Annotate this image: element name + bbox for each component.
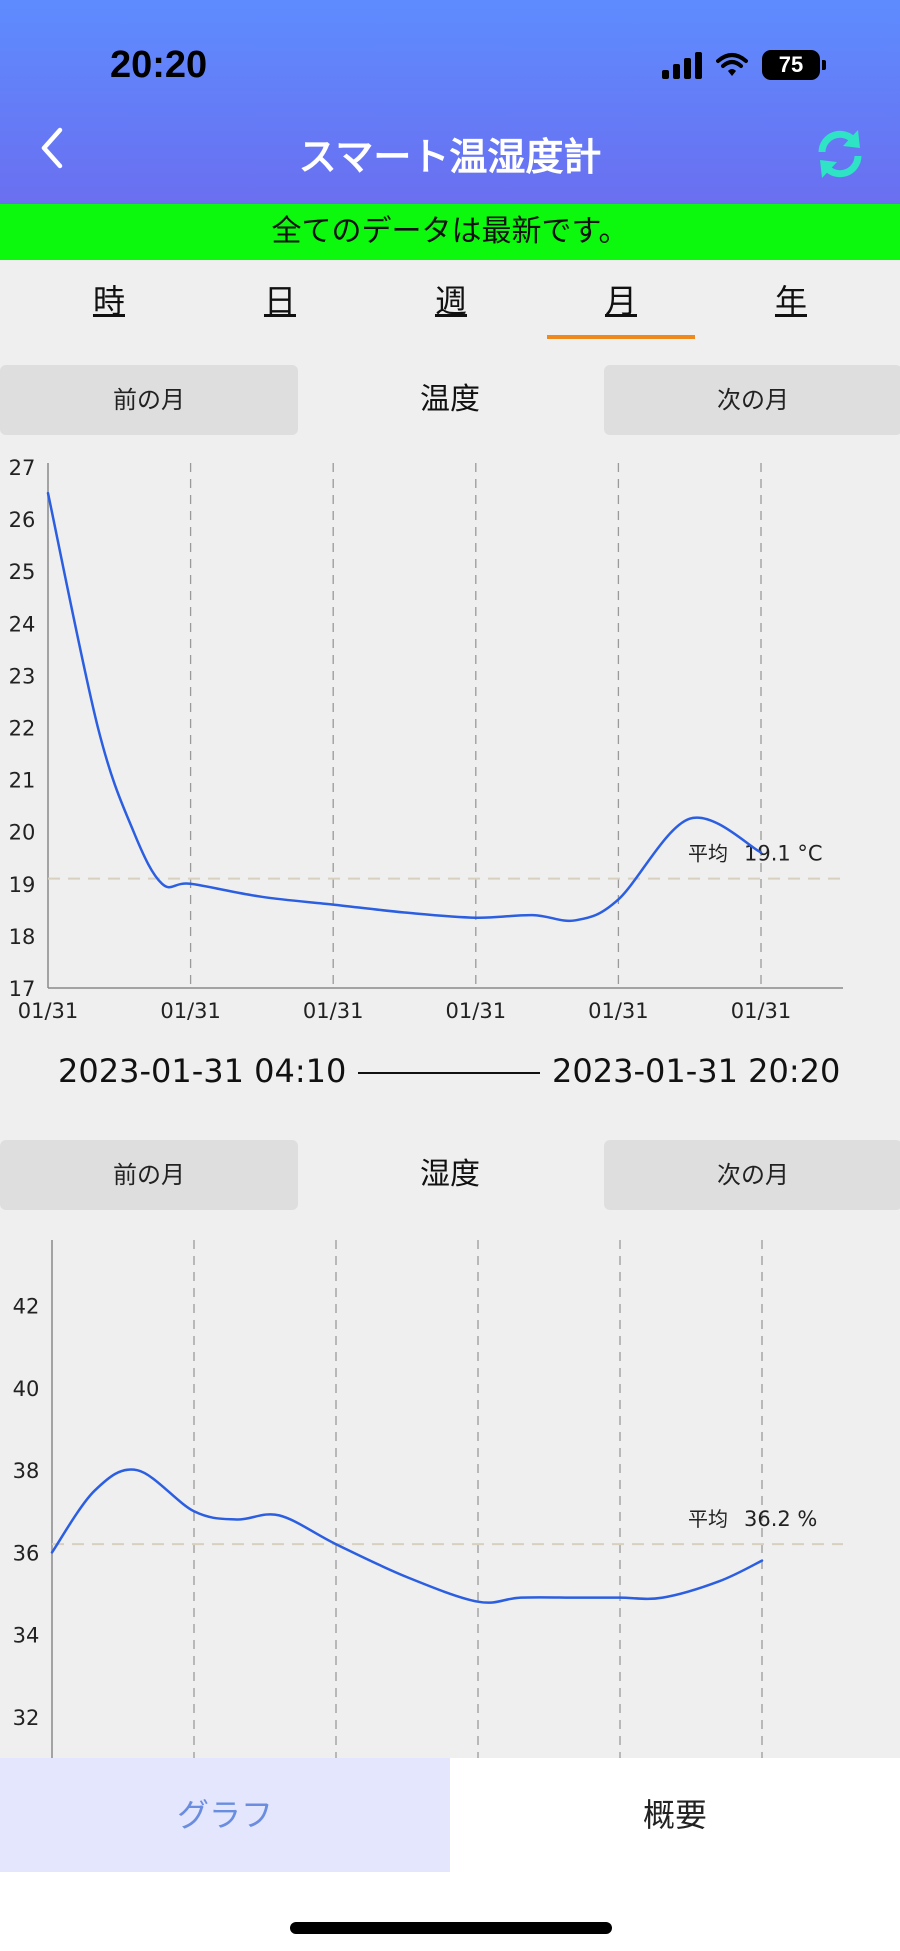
- humidity-title: 湿度: [420, 1157, 480, 1192]
- y-tick-label: 22: [9, 717, 36, 741]
- x-tick-label: 01/31: [588, 999, 649, 1023]
- tab-year[interactable]: 年: [731, 276, 851, 322]
- prev-month-button[interactable]: 前の月: [0, 1140, 298, 1210]
- temperature-title: 温度: [420, 382, 480, 417]
- tab-week[interactable]: 週: [391, 276, 511, 322]
- series-line: [46, 491, 763, 923]
- y-tick-label: 17: [9, 977, 36, 1001]
- y-tick-label: 19: [9, 873, 36, 897]
- wifi-icon: [716, 53, 748, 76]
- battery-icon: 75: [762, 50, 826, 80]
- bottom-tab-bar: グラフ 概要: [0, 1758, 900, 1872]
- period-tabs: 時 日 週 月 年: [0, 262, 900, 346]
- y-tick-label: 23: [9, 664, 36, 688]
- home-area: [0, 1872, 900, 1951]
- tab-graph[interactable]: グラフ: [0, 1758, 450, 1872]
- average-label: 平均: [688, 842, 728, 866]
- x-tick-label: 01/31: [18, 999, 79, 1023]
- status-icons: 75: [662, 50, 826, 80]
- series-line: [50, 1468, 764, 1604]
- tab-overview[interactable]: 概要: [450, 1758, 900, 1872]
- prev-month-button[interactable]: 前の月: [0, 365, 298, 435]
- y-tick-label: 18: [9, 925, 36, 949]
- range-end: 2023-01-31 20:20: [552, 1052, 841, 1090]
- y-tick-label: 42: [13, 1295, 40, 1319]
- humidity-chart: 32 34 36 38 40 42 平均 36.2 %: [13, 1240, 843, 1758]
- y-tick-label: 24: [9, 612, 36, 636]
- range-start: 2023-01-31 04:10: [58, 1052, 347, 1090]
- range-separator: [358, 1072, 540, 1074]
- tab-day[interactable]: 日: [220, 276, 340, 322]
- status-banner: 全てのデータは最新です。: [0, 204, 900, 260]
- status-time: 20:20: [110, 44, 208, 86]
- page-title: スマート温湿度計: [298, 135, 602, 179]
- x-tick-label: 01/31: [446, 999, 507, 1023]
- date-range: 2023-01-31 04:10 2023-01-31 20:20: [0, 1042, 900, 1102]
- next-month-button[interactable]: 次の月: [604, 1140, 900, 1210]
- average-value: 19.1 °C: [744, 842, 823, 866]
- refresh-icon[interactable]: [810, 124, 870, 184]
- temperature-pager: 前の月 温度 次の月: [0, 365, 900, 435]
- x-tick-label: 01/31: [303, 999, 364, 1023]
- y-tick-label: 21: [9, 769, 36, 793]
- y-tick-label: 34: [13, 1624, 40, 1648]
- home-indicator: [290, 1922, 612, 1934]
- y-tick-label: 25: [9, 560, 36, 584]
- y-tick-label: 20: [9, 821, 36, 845]
- tab-hour[interactable]: 時: [49, 276, 169, 322]
- average-value: 36.2 %: [744, 1507, 817, 1531]
- y-tick-label: 38: [13, 1459, 40, 1483]
- y-tick-label: 36: [13, 1541, 40, 1565]
- tab-month[interactable]: 月: [561, 276, 681, 322]
- cellular-signal-icon: [662, 51, 702, 79]
- humidity-pager: 前の月 湿度 次の月: [0, 1140, 900, 1210]
- x-tick-label: 01/31: [160, 999, 221, 1023]
- y-tick-label: 32: [13, 1706, 40, 1730]
- y-tick-label: 26: [9, 508, 36, 532]
- y-tick-label: 40: [13, 1377, 40, 1401]
- average-label: 平均: [688, 1507, 728, 1531]
- tab-indicator: [547, 335, 695, 339]
- header: 20:20 75 スマート温湿度計: [0, 0, 900, 204]
- x-tick-label: 01/31: [731, 999, 792, 1023]
- next-month-button[interactable]: 次の月: [604, 365, 900, 435]
- temperature-chart: 17 18 19 20 21 22 23 24 25 26 27 01/31 01/31 01/31 01/…: [9, 456, 843, 1023]
- y-tick-label: 27: [9, 456, 36, 480]
